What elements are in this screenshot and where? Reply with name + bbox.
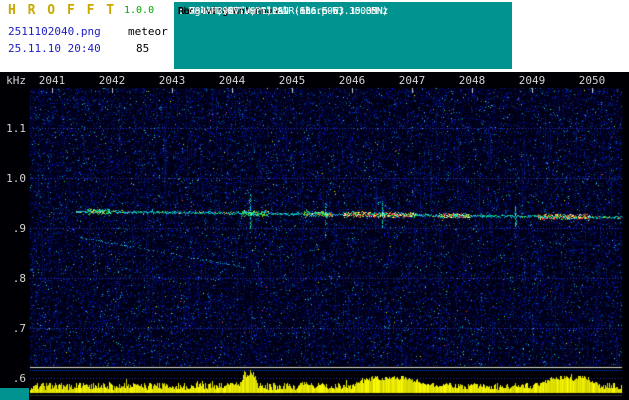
time-tick-label: 2043 <box>158 74 186 87</box>
freq-tick-label: .9 <box>12 222 26 235</box>
time-tick-label: 2042 <box>98 74 126 87</box>
freq-tick-label: .8 <box>12 272 26 285</box>
freq-tick-label: 1.0 <box>6 172 26 185</box>
timestamp-label: 25.11.10 20:40 <box>8 42 101 55</box>
freq-tick-label: .6 <box>12 372 26 385</box>
time-tick-label: 2044 <box>218 74 246 87</box>
time-tick-label: 2045 <box>278 74 306 87</box>
output-filename: 2511102040.png <box>8 25 101 38</box>
hrofft-window: kHz 1.1 1.0 .9 .8 .7 .6 2041 2042 2043 2… <box>0 0 629 400</box>
station-info-panel: Observer : Takanori Kawachi Receiving Lo… <box>174 2 512 69</box>
time-tick-label: 2049 <box>518 74 546 87</box>
time-tick-label: 2046 <box>338 74 366 87</box>
freq-axis-unit: kHz <box>6 74 26 87</box>
app-title: H R O F F T <box>8 3 117 18</box>
time-tick-label: 2047 <box>398 74 426 87</box>
time-tick-label: 2050 <box>578 74 606 87</box>
time-tick-label: 2048 <box>458 74 486 87</box>
sample-count: 85 <box>136 42 150 55</box>
info-value: : 2el-HB9CV Vertical (el. E-W) <box>178 6 344 17</box>
mode-label: meteor <box>128 25 168 38</box>
header-bar: H R O F F T 1.0.0 2511102040.png meteor … <box>0 0 629 72</box>
time-tick-label: 2041 <box>38 74 66 87</box>
freq-tick-label: 1.1 <box>6 122 26 135</box>
freq-tick-label: .7 <box>12 322 26 335</box>
corner-block <box>0 388 29 400</box>
app-version: 1.0.0 <box>124 5 155 16</box>
